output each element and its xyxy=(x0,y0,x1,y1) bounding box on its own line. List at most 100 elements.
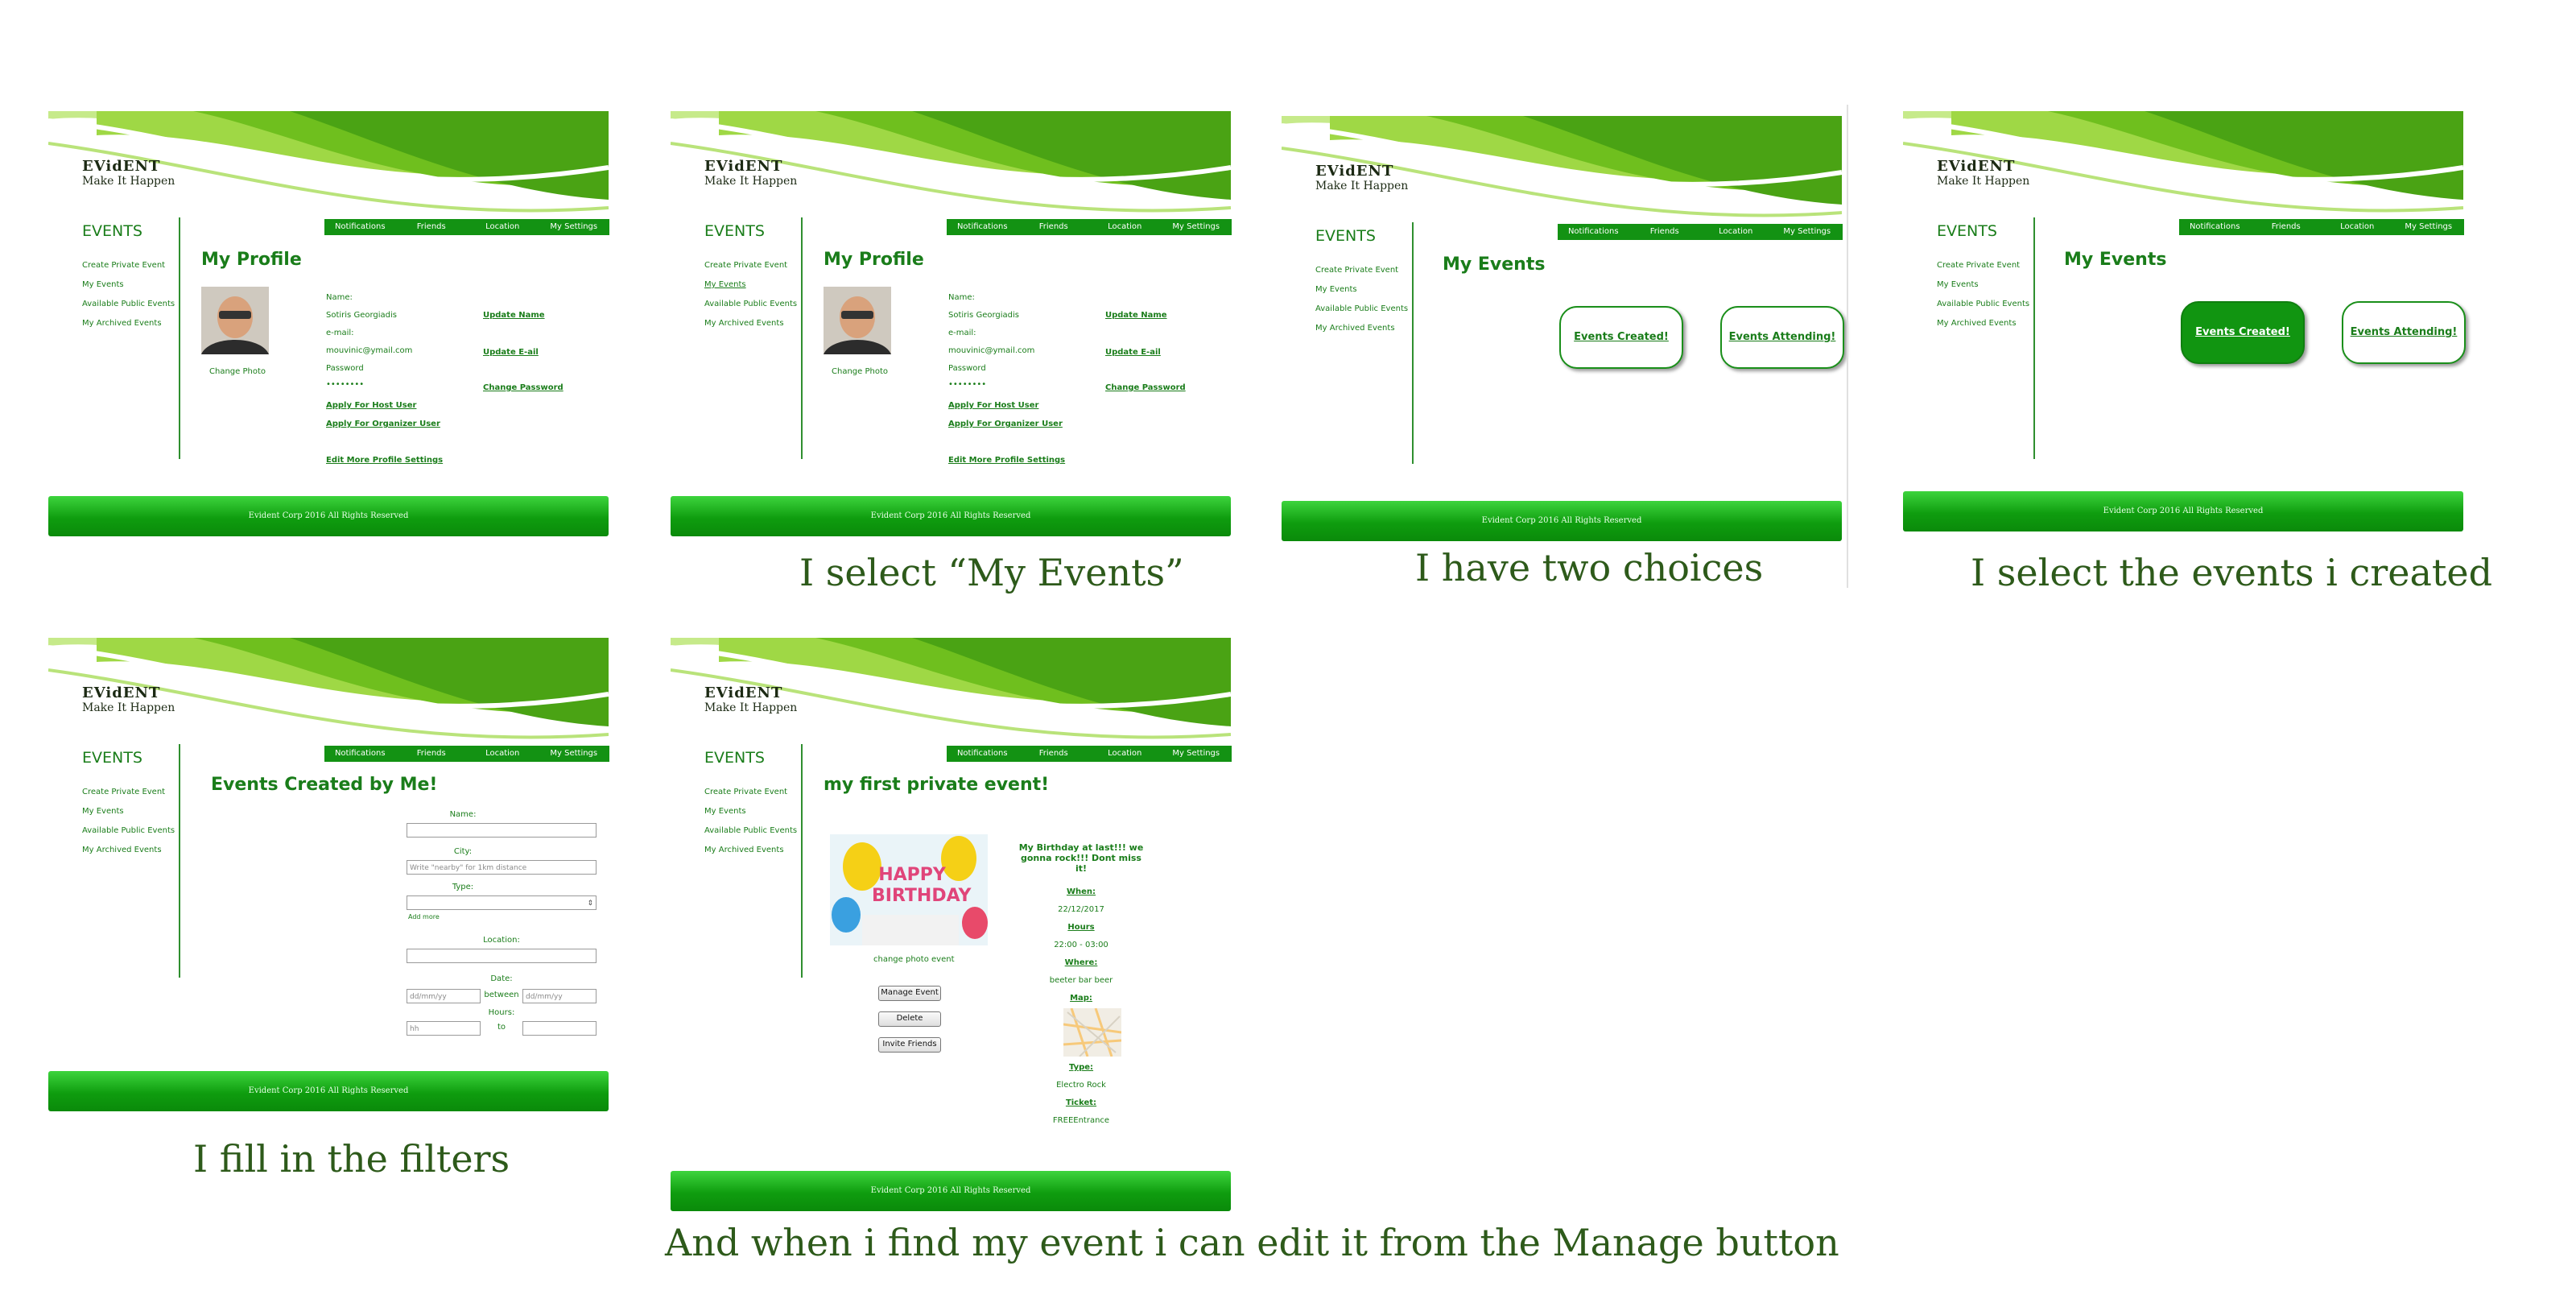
sidebar-title: EVENTS xyxy=(1937,222,1997,240)
event-map[interactable] xyxy=(1063,1007,1122,1057)
sidebar-item-my-archived-events[interactable]: My Archived Events xyxy=(704,841,797,860)
change-photo-link[interactable]: Change Photo xyxy=(832,367,888,376)
sidebar-item-my-events[interactable]: My Events xyxy=(1315,280,1408,300)
delete-event-button[interactable]: Delete xyxy=(878,1011,941,1027)
top-nav: Notifications Friends Location My Settin… xyxy=(2179,219,2464,235)
sidebar-item-create-private-event[interactable]: Create Private Event xyxy=(82,256,175,275)
filter-date-to[interactable]: dd/mm/yy xyxy=(522,989,597,1003)
apply-host-link[interactable]: Apply For Host User xyxy=(948,401,1038,410)
sidebar-item-create-private-event[interactable]: Create Private Event xyxy=(82,783,175,802)
brand-logo[interactable]: EVidENT Make It Happen xyxy=(704,159,797,188)
events-created-button[interactable]: Events Created! xyxy=(1559,306,1683,369)
filter-type-select[interactable]: ⇕ xyxy=(407,895,597,910)
sidebar-item-available-public-events[interactable]: Available Public Events xyxy=(82,295,175,314)
nav-notifications[interactable]: Notifications xyxy=(1558,224,1629,240)
nav-friends[interactable]: Friends xyxy=(396,219,468,235)
nav-notifications[interactable]: Notifications xyxy=(324,746,396,762)
sidebar-item-my-archived-events[interactable]: My Archived Events xyxy=(1315,319,1408,338)
sidebar-item-my-archived-events[interactable]: My Archived Events xyxy=(82,841,175,860)
change-password-link[interactable]: Change Password xyxy=(1105,383,1186,392)
sidebar-item-available-public-events[interactable]: Available Public Events xyxy=(1937,295,2029,314)
filter-date-from[interactable]: dd/mm/yy xyxy=(407,989,481,1003)
event-title: my first private event! xyxy=(824,775,1050,795)
sidebar-item-my-archived-events[interactable]: My Archived Events xyxy=(1937,314,2029,333)
change-password-link[interactable]: Change Password xyxy=(483,383,564,392)
nav-location[interactable]: Location xyxy=(2322,219,2393,235)
events-attending-button[interactable]: Events Attending! xyxy=(1720,306,1844,369)
brand-logo[interactable]: EVidENT Make It Happen xyxy=(82,685,175,714)
update-email-link[interactable]: Update E-ail xyxy=(1105,348,1161,357)
caption-select-events-created: I select the events i created xyxy=(1971,551,2493,594)
apply-host-link[interactable]: Apply For Host User xyxy=(326,401,416,410)
nav-notifications[interactable]: Notifications xyxy=(947,219,1018,235)
nav-notifications[interactable]: Notifications xyxy=(2179,219,2251,235)
invite-friends-button[interactable]: Invite Friends xyxy=(878,1037,941,1053)
apply-organizer-link[interactable]: Apply For Organizer User xyxy=(948,420,1063,428)
sidebar-item-my-events[interactable]: My Events xyxy=(704,802,797,821)
brand-logo[interactable]: EVidENT Make It Happen xyxy=(82,159,175,188)
nav-location[interactable]: Location xyxy=(467,746,539,762)
brand-logo[interactable]: EVidENT Make It Happen xyxy=(1937,159,2029,188)
change-photo-link[interactable]: Change Photo xyxy=(209,367,266,376)
sidebar-item-create-private-event[interactable]: Create Private Event xyxy=(1315,261,1408,280)
sidebar-item-my-events[interactable]: My Events xyxy=(82,275,175,295)
sidebar-item-my-archived-events[interactable]: My Archived Events xyxy=(704,314,797,333)
change-photo-event-link[interactable]: change photo event xyxy=(873,955,954,964)
filter-location-input[interactable] xyxy=(407,949,597,963)
sidebar-item-my-events[interactable]: My Events xyxy=(1937,275,2029,295)
edit-more-settings-link[interactable]: Edit More Profile Settings xyxy=(326,456,443,465)
nav-notifications[interactable]: Notifications xyxy=(947,746,1018,762)
filter-hours-to[interactable] xyxy=(522,1021,597,1036)
panel-two-choices: EVidENT Make It Happen EVENTS Create Pri… xyxy=(1282,116,1844,543)
top-nav: Notifications Friends Location My Settin… xyxy=(1558,224,1843,240)
header-banner: EVidENT Make It Happen xyxy=(1903,111,2463,222)
brand-name: EVidENT xyxy=(82,685,161,701)
update-email-link[interactable]: Update E-ail xyxy=(483,348,539,357)
sidebar-item-my-events[interactable]: My Events xyxy=(82,802,175,821)
sidebar-item-create-private-event[interactable]: Create Private Event xyxy=(704,256,797,275)
nav-friends[interactable]: Friends xyxy=(1018,219,1090,235)
edit-more-settings-link[interactable]: Edit More Profile Settings xyxy=(948,456,1065,465)
nav-location[interactable]: Location xyxy=(1089,746,1161,762)
nav-friends[interactable]: Friends xyxy=(396,746,468,762)
nav-my-settings[interactable]: My Settings xyxy=(539,746,610,762)
sidebar-item-available-public-events[interactable]: Available Public Events xyxy=(704,821,797,841)
event-photo: HAPPY BIRTHDAY xyxy=(830,834,988,945)
brand-logo[interactable]: EVidENT Make It Happen xyxy=(1315,164,1408,192)
filter-city-input[interactable]: Write "nearby" for 1km distance xyxy=(407,860,597,875)
update-name-link[interactable]: Update Name xyxy=(1105,311,1167,320)
to-label: to xyxy=(497,1023,506,1032)
add-more-link[interactable]: Add more xyxy=(408,913,440,920)
nav-location[interactable]: Location xyxy=(1089,219,1161,235)
nav-friends[interactable]: Friends xyxy=(2251,219,2322,235)
events-created-button[interactable]: Events Created! xyxy=(2181,301,2305,364)
filter-name-input[interactable] xyxy=(407,823,597,838)
sidebar-item-create-private-event[interactable]: Create Private Event xyxy=(1937,256,2029,275)
balloon-text: HAPPY BIRTHDAY xyxy=(872,865,972,906)
filter-city-label: City: xyxy=(453,847,473,856)
sidebar-item-available-public-events[interactable]: Available Public Events xyxy=(704,295,797,314)
brand-logo[interactable]: EVidENT Make It Happen xyxy=(704,686,797,714)
apply-organizer-link[interactable]: Apply For Organizer User xyxy=(326,420,440,428)
nav-notifications[interactable]: Notifications xyxy=(324,219,396,235)
sidebar-item-available-public-events[interactable]: Available Public Events xyxy=(1315,300,1408,319)
nav-my-settings[interactable]: My Settings xyxy=(2393,219,2465,235)
nav-my-settings[interactable]: My Settings xyxy=(1161,746,1232,762)
sidebar-item-my-events[interactable]: My Events xyxy=(704,275,797,295)
nav-location[interactable]: Location xyxy=(1700,224,1772,240)
top-nav: Notifications Friends Location My Settin… xyxy=(947,746,1232,762)
update-name-link[interactable]: Update Name xyxy=(483,311,545,320)
sidebar-item-create-private-event[interactable]: Create Private Event xyxy=(704,783,797,802)
nav-friends[interactable]: Friends xyxy=(1018,746,1090,762)
nav-my-settings[interactable]: My Settings xyxy=(1772,224,1843,240)
panel-event-detail: EVidENT Make It Happen EVENTS Create Pri… xyxy=(671,638,1232,1211)
sidebar-item-available-public-events[interactable]: Available Public Events xyxy=(82,821,175,841)
nav-my-settings[interactable]: My Settings xyxy=(539,219,610,235)
sidebar-item-my-archived-events[interactable]: My Archived Events xyxy=(82,314,175,333)
manage-event-button[interactable]: Manage Event xyxy=(878,986,941,1001)
nav-my-settings[interactable]: My Settings xyxy=(1161,219,1232,235)
nav-friends[interactable]: Friends xyxy=(1629,224,1701,240)
nav-location[interactable]: Location xyxy=(467,219,539,235)
events-attending-button[interactable]: Events Attending! xyxy=(2342,301,2466,364)
filter-hours-from[interactable]: hh xyxy=(407,1021,481,1036)
